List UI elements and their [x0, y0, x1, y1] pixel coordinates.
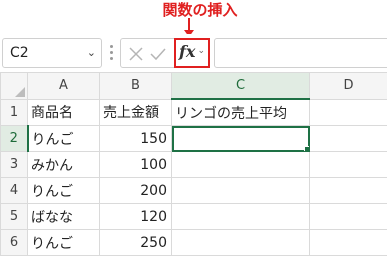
- row-header[interactable]: 5: [0, 203, 28, 230]
- cell-d6[interactable]: [309, 229, 387, 256]
- cell-a5[interactable]: ばなな: [27, 203, 100, 230]
- cell-c3[interactable]: [171, 151, 310, 178]
- row-header[interactable]: 4: [0, 177, 28, 204]
- cell-c4[interactable]: [171, 177, 310, 204]
- insert-function-button[interactable]: fx ⌄: [174, 38, 210, 68]
- spreadsheet-grid: A B C D 1 商品名 売上金額 リンゴの売上平均 2 りんご 150 3 …: [0, 72, 387, 256]
- name-box-value: C2: [10, 45, 29, 61]
- chevron-down-icon[interactable]: ⌄: [87, 39, 96, 67]
- cell-d1[interactable]: [309, 98, 387, 126]
- row-header[interactable]: 6: [0, 229, 28, 256]
- row-header[interactable]: 3: [0, 151, 28, 178]
- cell-b2[interactable]: 150: [99, 125, 172, 152]
- drag-handle-icon[interactable]: [110, 45, 114, 61]
- cell-a3[interactable]: みかん: [27, 151, 100, 178]
- cell-c5[interactable]: [171, 203, 310, 230]
- formula-bar: C2 ⌄ fx ⌄: [0, 34, 387, 72]
- cell-d2[interactable]: [309, 125, 387, 152]
- cancel-icon[interactable]: [127, 45, 145, 63]
- insert-function-callout-label: 関数の挿入: [162, 1, 238, 19]
- cell-c6[interactable]: [171, 229, 310, 256]
- column-header-d[interactable]: D: [309, 72, 387, 100]
- sheet-row: 6 りんご 250: [0, 229, 387, 256]
- cell-a4[interactable]: りんご: [27, 177, 100, 204]
- cell-d5[interactable]: [309, 203, 387, 230]
- cell-b4[interactable]: 200: [99, 177, 172, 204]
- sheet-row: 2 りんご 150: [0, 125, 387, 152]
- cell-d4[interactable]: [309, 177, 387, 204]
- active-cell-c2[interactable]: [171, 125, 310, 152]
- cell-a6[interactable]: りんご: [27, 229, 100, 256]
- select-all-corner[interactable]: [0, 72, 28, 100]
- name-box[interactable]: C2 ⌄: [2, 38, 102, 68]
- chevron-down-icon[interactable]: ⌄: [197, 46, 205, 56]
- row-header[interactable]: 2: [0, 125, 29, 152]
- sheet-row: 3 みかん 100: [0, 151, 387, 178]
- column-header-a[interactable]: A: [27, 72, 100, 100]
- column-header-c[interactable]: C: [171, 72, 310, 100]
- cell-b5[interactable]: 120: [99, 203, 172, 230]
- cell-b1[interactable]: 売上金額: [99, 98, 172, 126]
- fill-handle[interactable]: [304, 146, 309, 151]
- fx-icon: fx: [179, 42, 196, 61]
- sheet-row: 4 りんご 200: [0, 177, 387, 204]
- cell-b6[interactable]: 250: [99, 229, 172, 256]
- cell-d3[interactable]: [309, 151, 387, 178]
- column-header-b[interactable]: B: [99, 72, 172, 100]
- sheet-row: 1 商品名 売上金額 リンゴの売上平均: [0, 98, 387, 126]
- row-header[interactable]: 1: [0, 98, 28, 126]
- cell-a2[interactable]: りんご: [27, 125, 100, 152]
- cell-b3[interactable]: 100: [99, 151, 172, 178]
- enter-check-icon[interactable]: [149, 45, 167, 63]
- formula-input[interactable]: [214, 38, 387, 68]
- cell-a1[interactable]: 商品名: [27, 98, 100, 126]
- cell-c1[interactable]: リンゴの売上平均: [171, 98, 310, 126]
- formula-buttons: fx ⌄: [120, 38, 210, 68]
- sheet-row: 5 ばなな 120: [0, 203, 387, 230]
